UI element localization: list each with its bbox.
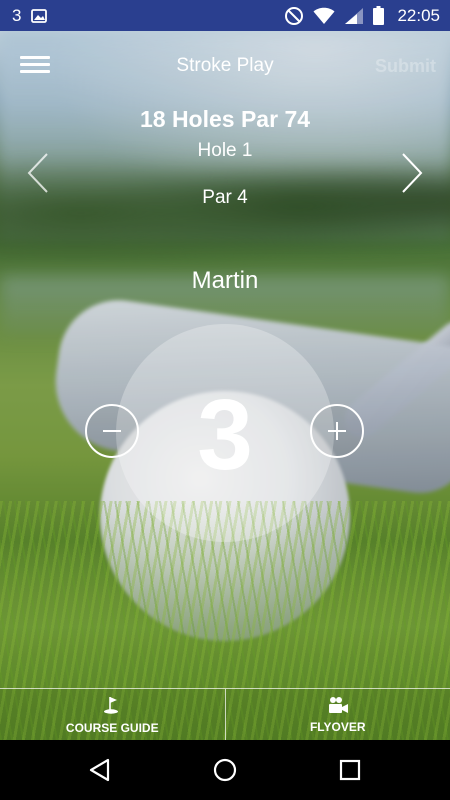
hole-label: Hole 1 bbox=[197, 140, 253, 161]
chevron-right-icon bbox=[402, 153, 423, 193]
par-label: Par 4 bbox=[202, 187, 248, 208]
bottom-tab-bar: COURSE GUIDE FLYOVER bbox=[0, 688, 450, 740]
home-icon[interactable] bbox=[211, 756, 239, 784]
plus-icon bbox=[328, 422, 346, 440]
increase-score-button[interactable] bbox=[310, 404, 364, 458]
tab-course-guide-label: COURSE GUIDE bbox=[65, 720, 159, 735]
image-icon bbox=[31, 8, 48, 24]
system-navigation-bar bbox=[0, 740, 450, 800]
clock: 22:05 bbox=[397, 5, 440, 25]
tab-flyover-label: FLYOVER bbox=[309, 719, 366, 734]
submit-button[interactable]: Submit bbox=[375, 56, 436, 77]
next-hole-button[interactable] bbox=[400, 151, 424, 195]
battery-icon bbox=[373, 6, 385, 25]
tab-flyover[interactable]: FLYOVER bbox=[224, 689, 450, 740]
do-not-disturb-icon bbox=[284, 6, 304, 26]
signal-icon bbox=[344, 7, 364, 25]
course-title: 18 Holes Par 74 bbox=[139, 106, 311, 132]
player-name: Martin bbox=[191, 267, 259, 294]
recent-apps-icon[interactable] bbox=[336, 756, 364, 784]
decrease-score-button[interactable] bbox=[85, 404, 139, 458]
notification-count: 3 bbox=[12, 5, 22, 25]
tab-course-guide[interactable]: COURSE GUIDE bbox=[0, 689, 225, 740]
minus-icon bbox=[103, 430, 121, 432]
back-icon[interactable] bbox=[86, 756, 114, 784]
score-value: 3 bbox=[197, 379, 253, 491]
chevron-left-icon bbox=[27, 153, 48, 193]
previous-hole-button[interactable] bbox=[26, 151, 50, 195]
wifi-icon bbox=[313, 7, 335, 25]
golf-flag-icon bbox=[102, 695, 122, 718]
video-camera-icon bbox=[327, 696, 349, 717]
status-bar: 3 22:05 bbox=[0, 0, 450, 31]
